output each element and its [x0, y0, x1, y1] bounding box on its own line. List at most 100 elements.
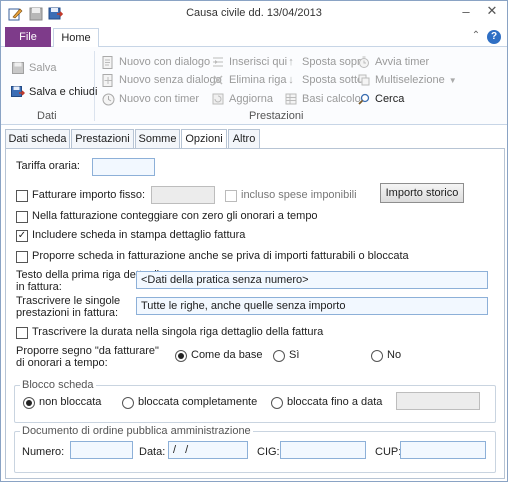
- includere-scheda-label: Includere scheda in stampa dettaglio fat…: [32, 229, 246, 241]
- radio-come-da-base[interactable]: [175, 350, 187, 362]
- proporre-segno-label-1: Proporre segno "da fatturare": [16, 345, 159, 357]
- cerca-button[interactable]: Cerca: [357, 90, 404, 108]
- cig-input[interactable]: [280, 441, 366, 459]
- save-icon: [11, 61, 25, 75]
- checkmark-icon: ✓: [17, 230, 27, 241]
- nuovo-senza-dialogo-button[interactable]: Nuovo senza dialogo: [101, 71, 222, 89]
- blocco-data-input[interactable]: [396, 392, 480, 410]
- conteggiare-zero-checkbox[interactable]: [16, 211, 28, 223]
- trascrivere-righe-label-2: prestazioni in fattura:: [16, 307, 119, 319]
- group-label-dati: Dati: [37, 110, 57, 122]
- aggiorna-label: Aggiorna: [229, 93, 274, 105]
- avvia-timer-label: Avvia timer: [375, 56, 430, 68]
- elimina-riga-button[interactable]: Elimina riga: [211, 71, 286, 89]
- sposta-sotto-button[interactable]: ↓ Sposta sotto: [284, 71, 363, 89]
- tab-home[interactable]: Home: [53, 28, 99, 48]
- multiselect-icon: [357, 73, 371, 87]
- radio-non-bloccata-label: non bloccata: [39, 396, 102, 408]
- group-label-prestazioni: Prestazioni: [249, 110, 304, 122]
- radio-come-da-base-label: Come da base: [191, 349, 263, 361]
- tab-file[interactable]: File: [5, 27, 51, 47]
- basi-calcolo-button[interactable]: Basi calcolo: [284, 90, 361, 108]
- radio-bloccata-fino-a-data-label: bloccata fino a data: [287, 396, 383, 408]
- stopwatch-icon: [357, 55, 371, 69]
- document-dialog-icon: [101, 55, 115, 69]
- radio-si-label: Sì: [289, 349, 300, 361]
- documento-pa-legend: Documento di ordine pubblica amministraz…: [20, 425, 253, 437]
- sposta-sopra-button[interactable]: ↑ Sposta sopra: [284, 53, 367, 71]
- inserisci-qui-button[interactable]: Inserisci qui: [211, 53, 287, 71]
- close-button[interactable]: ✕: [479, 1, 505, 21]
- inserisci-qui-label: Inserisci qui: [229, 56, 288, 68]
- tab-prestazioni[interactable]: Prestazioni: [71, 129, 134, 149]
- tab-opzioni[interactable]: Opzioni: [181, 129, 227, 150]
- trascrivere-righe-select[interactable]: Tutte le righe, anche quelle senza impor…: [136, 297, 488, 315]
- collapse-ribbon-icon[interactable]: ⌃: [469, 30, 483, 44]
- salva-label: Salva: [29, 62, 57, 74]
- importo-storico-button[interactable]: Importo storico: [380, 183, 464, 203]
- avvia-timer-button[interactable]: Avvia timer: [357, 53, 429, 71]
- proporre-scheda-label: Proporre scheda in fatturazione anche se…: [32, 250, 409, 262]
- data-label: Data:: [139, 446, 166, 458]
- radio-bloccata-fino-a-data[interactable]: [271, 397, 283, 409]
- options-panel: Tariffa oraria: Fatturare importo fisso:…: [5, 148, 505, 479]
- search-icon: [357, 92, 371, 106]
- tariffa-oraria-label: Tariffa oraria:: [16, 160, 80, 172]
- radio-si[interactable]: [273, 350, 285, 362]
- help-icon[interactable]: ?: [487, 30, 501, 44]
- tab-somme[interactable]: Somme: [135, 129, 180, 149]
- nuovo-con-dialogo-button[interactable]: Nuovo con dialogo: [101, 53, 210, 71]
- incluso-spese-label: incluso spese imponibili: [241, 189, 357, 201]
- salva-chiudi-label: Salva e chiudi: [29, 86, 98, 98]
- salva-chiudi-button[interactable]: Salva e chiudi: [11, 83, 98, 101]
- window: Causa civile dd. 13/04/2013 – ✕ File Hom…: [0, 0, 508, 482]
- tab-altro[interactable]: Altro: [228, 129, 260, 149]
- includere-scheda-checkbox[interactable]: ✓: [16, 230, 28, 242]
- nuovo-con-dialogo-label: Nuovo con dialogo: [119, 56, 211, 68]
- sposta-sotto-label: Sposta sotto: [302, 74, 364, 86]
- radio-bloccata-completamente-label: bloccata completamente: [138, 396, 258, 408]
- group-separator: [94, 51, 95, 121]
- numero-input[interactable]: [70, 441, 133, 459]
- radio-no[interactable]: [371, 350, 383, 362]
- nuovo-con-timer-button[interactable]: Nuovo con timer: [101, 90, 199, 108]
- aggiorna-button[interactable]: Aggiorna: [211, 90, 273, 108]
- testo-prima-riga-input[interactable]: <Dati della pratica senza numero>: [136, 271, 488, 289]
- multiselezione-button[interactable]: Multiselezione ▼: [357, 71, 457, 89]
- radio-dot: [178, 353, 184, 359]
- cig-label: CIG:: [257, 446, 280, 458]
- cup-input[interactable]: [400, 441, 486, 459]
- elimina-riga-label: Elimina riga: [229, 74, 287, 86]
- tariffa-oraria-input[interactable]: [92, 158, 155, 176]
- dropdown-arrow-icon: ▼: [448, 75, 457, 85]
- timer-icon: [101, 92, 115, 106]
- delete-row-icon: [211, 73, 225, 87]
- incluso-spese-checkbox[interactable]: [225, 190, 237, 202]
- arrow-down-icon: ↓: [288, 74, 294, 86]
- blocco-scheda-legend: Blocco scheda: [20, 379, 96, 391]
- trascrivere-durata-checkbox[interactable]: [16, 327, 28, 339]
- radio-bloccata-completamente[interactable]: [122, 397, 134, 409]
- importo-fisso-input[interactable]: [151, 186, 215, 204]
- proporre-segno-label-2: di onorari a tempo:: [16, 357, 108, 369]
- table-icon: [284, 92, 298, 106]
- radio-no-label: No: [387, 349, 402, 361]
- proporre-scheda-checkbox[interactable]: [16, 251, 28, 263]
- trascrivere-durata-label: Trascrivere la durata nella singola riga…: [32, 326, 324, 338]
- tab-dati-scheda[interactable]: Dati scheda: [5, 129, 70, 149]
- cerca-label: Cerca: [375, 93, 405, 105]
- nuovo-senza-dialogo-label: Nuovo senza dialogo: [119, 74, 222, 86]
- minimize-button[interactable]: –: [453, 1, 479, 21]
- document-new-icon: [101, 73, 115, 87]
- salva-button[interactable]: Salva: [11, 59, 57, 77]
- conteggiare-zero-label: Nella fatturazione conteggiare con zero …: [32, 210, 318, 222]
- basi-calcolo-label: Basi calcolo: [302, 93, 361, 105]
- insert-row-icon: [211, 55, 225, 69]
- trascrivere-righe-label-1: Trascrivere le singole: [16, 295, 121, 307]
- title-bar: Causa civile dd. 13/04/2013 – ✕: [1, 1, 507, 27]
- fatturare-importo-fisso-checkbox[interactable]: [16, 190, 28, 202]
- radio-non-bloccata[interactable]: [23, 397, 35, 409]
- nuovo-con-timer-label: Nuovo con timer: [119, 93, 200, 105]
- cup-label: CUP:: [375, 446, 402, 458]
- data-input[interactable]: / /: [168, 441, 248, 459]
